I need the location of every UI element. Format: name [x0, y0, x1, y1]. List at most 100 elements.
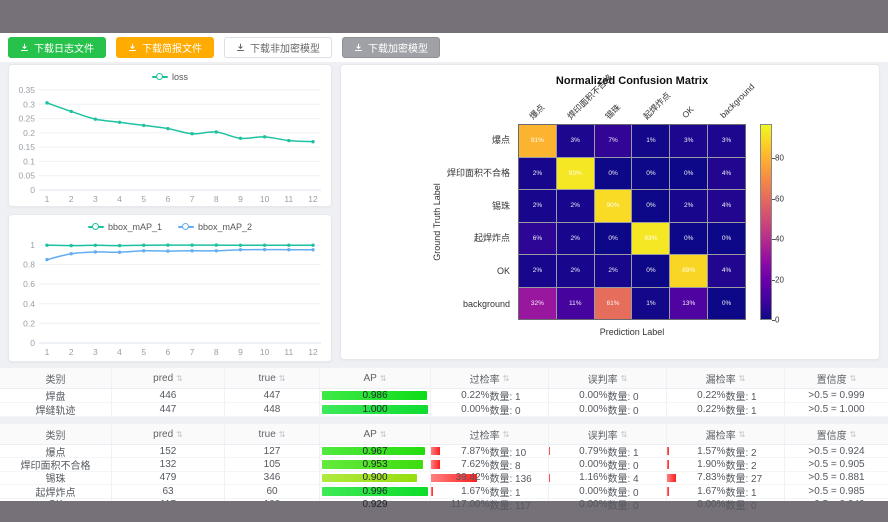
- sort-icon[interactable]: ⇅: [850, 430, 857, 439]
- over-rate-cell: 1.67%数量: 1: [431, 485, 549, 497]
- sort-icon[interactable]: ⇅: [279, 430, 286, 439]
- miss-rate-cell: 7.83%数量: 27: [667, 472, 785, 484]
- true-cell: 60: [225, 485, 320, 497]
- confidence-cell: >0.5 = 0.924: [785, 445, 888, 457]
- download-unencrypted-model-button[interactable]: 下载非加密模型: [224, 37, 332, 58]
- rate-count: 数量: 0: [608, 389, 662, 402]
- sort-icon[interactable]: ⇅: [739, 430, 746, 439]
- rate-count: 数量: 1: [608, 445, 662, 457]
- metrics-table-1: 类别pred⇅true⇅AP⇅过检率⇅误判率⇅漏检率⇅置信度⇅焊盘4464470…: [0, 368, 888, 417]
- matrix-cell: 6%: [519, 223, 556, 255]
- matrix-cell: 13%: [670, 288, 707, 320]
- sort-icon[interactable]: ⇅: [850, 374, 857, 383]
- svg-text:0.2: 0.2: [23, 128, 35, 138]
- svg-text:0.8: 0.8: [23, 260, 35, 270]
- svg-text:5: 5: [141, 194, 146, 204]
- header-label: 置信度: [817, 427, 847, 442]
- header-label: pred: [153, 429, 173, 440]
- matrix-cell: 61%: [595, 288, 632, 320]
- header-label: AP: [363, 429, 376, 440]
- svg-text:6: 6: [166, 194, 171, 204]
- matrix-cell: 93%: [557, 158, 594, 190]
- download-encrypted-model-button[interactable]: 下载加密模型: [342, 37, 440, 58]
- matrix-row-label: 焊印面积不合格: [341, 168, 510, 178]
- header-confidence[interactable]: 置信度⇅: [785, 368, 888, 388]
- header-over-rate[interactable]: 过检率⇅: [431, 424, 549, 444]
- sort-icon[interactable]: ⇅: [279, 374, 286, 383]
- rate-count: 数量: 117: [490, 499, 544, 511]
- sort-icon[interactable]: ⇅: [176, 374, 183, 383]
- ap-cell: 0.953: [320, 458, 431, 470]
- header-miss-rate[interactable]: 漏检率⇅: [667, 368, 785, 388]
- matrix-cell: 3%: [670, 125, 707, 157]
- header-label: 类别: [46, 371, 66, 386]
- ap-value: 0.986: [362, 390, 387, 401]
- true-cell: 105: [225, 458, 320, 470]
- table-row: 起焊炸点63600.9961.67%数量: 10.00%数量: 01.67%数量…: [0, 485, 888, 498]
- sort-icon[interactable]: ⇅: [739, 374, 746, 383]
- button-label: 下载简报文件: [142, 40, 202, 55]
- confidence-cell: >0.5 = 1.000: [785, 403, 888, 416]
- confidence-cell: >0.5 = 0.881: [785, 472, 888, 484]
- download-log-button[interactable]: 下载日志文件: [8, 37, 106, 58]
- sort-icon[interactable]: ⇅: [380, 430, 387, 439]
- header-ap[interactable]: AP⇅: [320, 368, 431, 388]
- button-label: 下载日志文件: [34, 40, 94, 55]
- sort-icon[interactable]: ⇅: [621, 430, 628, 439]
- header-true[interactable]: true⇅: [225, 368, 320, 388]
- matrix-row-label: 爆点: [341, 135, 510, 145]
- sort-icon[interactable]: ⇅: [503, 374, 510, 383]
- miss-rate-cell: 0.22%数量: 1: [667, 403, 785, 416]
- matrix-cell: 3%: [708, 125, 745, 157]
- colorbar-tick-label: 0: [775, 316, 779, 325]
- header-label: 误判率: [588, 427, 618, 442]
- matrix-column-label: 起焊炸点: [641, 89, 674, 122]
- header-misjudge-rate[interactable]: 误判率⇅: [549, 368, 667, 388]
- sort-icon[interactable]: ⇅: [380, 374, 387, 383]
- legend-item-bbox_mAP_1[interactable]: bbox_mAP_1: [88, 222, 162, 232]
- rate-bar: [667, 447, 669, 455]
- miss-rate-cell: 0.00%数量: 0: [667, 499, 785, 511]
- header-ap[interactable]: AP ⇅: [320, 424, 431, 444]
- sort-icon[interactable]: ⇅: [621, 374, 628, 383]
- header-miss-rate[interactable]: 漏检率⇅: [667, 424, 785, 444]
- header-over-rate[interactable]: 过检率⇅: [431, 368, 549, 388]
- header-misjudge-rate[interactable]: 误判率⇅: [549, 424, 667, 444]
- matrix-column-label: background: [718, 82, 756, 120]
- header-pred[interactable]: pred⇅: [112, 424, 225, 444]
- header-label: 置信度: [817, 371, 847, 386]
- rate-bar: [431, 487, 433, 495]
- colorbar-tick-label: 80: [775, 154, 784, 163]
- svg-text:0: 0: [30, 185, 35, 195]
- header-confidence[interactable]: 置信度⇅: [785, 424, 888, 444]
- ap-cell: 0.986: [320, 389, 431, 402]
- legend-marker-icon: [178, 223, 194, 231]
- svg-text:2: 2: [69, 194, 74, 204]
- mis-rate-cell: 0.00%数量: 0: [549, 403, 667, 416]
- svg-text:0.6: 0.6: [23, 279, 35, 289]
- confidence-cell: >0.5 = 0.999: [785, 389, 888, 402]
- header-true[interactable]: true⇅: [225, 424, 320, 444]
- button-label: 下载非加密模型: [250, 40, 320, 55]
- sort-icon[interactable]: ⇅: [176, 430, 183, 439]
- matrix-cell: 0%: [670, 158, 707, 190]
- over-rate-cell: 117.00%数量: 117: [431, 499, 549, 511]
- svg-text:0.25: 0.25: [18, 114, 35, 124]
- miss-rate-cell: 1.90%数量: 2: [667, 458, 785, 470]
- matrix-cell: 3%: [557, 125, 594, 157]
- sort-icon[interactable]: ⇅: [503, 430, 510, 439]
- rate-count: 数量: 10: [490, 445, 544, 457]
- svg-text:0: 0: [30, 338, 35, 348]
- rate-count: 数量: 0: [726, 499, 780, 511]
- legend-item-loss[interactable]: loss: [152, 72, 188, 82]
- miss-rate-cell: 0.22%数量: 1: [667, 389, 785, 402]
- header-category: 类别: [0, 424, 112, 444]
- over-rate-cell: 0.22%数量: 1: [431, 389, 549, 402]
- download-report-button[interactable]: 下载简报文件: [116, 37, 214, 58]
- header-pred[interactable]: pred⇅: [112, 368, 225, 388]
- matrix-cell: 32%: [519, 288, 556, 320]
- legend-item-bbox_mAP_2[interactable]: bbox_mAP_2: [178, 222, 252, 232]
- rate-value: 0.79%: [554, 446, 608, 457]
- rate-count: 数量: 0: [608, 458, 662, 470]
- rate-count: 数量: 1: [490, 485, 544, 497]
